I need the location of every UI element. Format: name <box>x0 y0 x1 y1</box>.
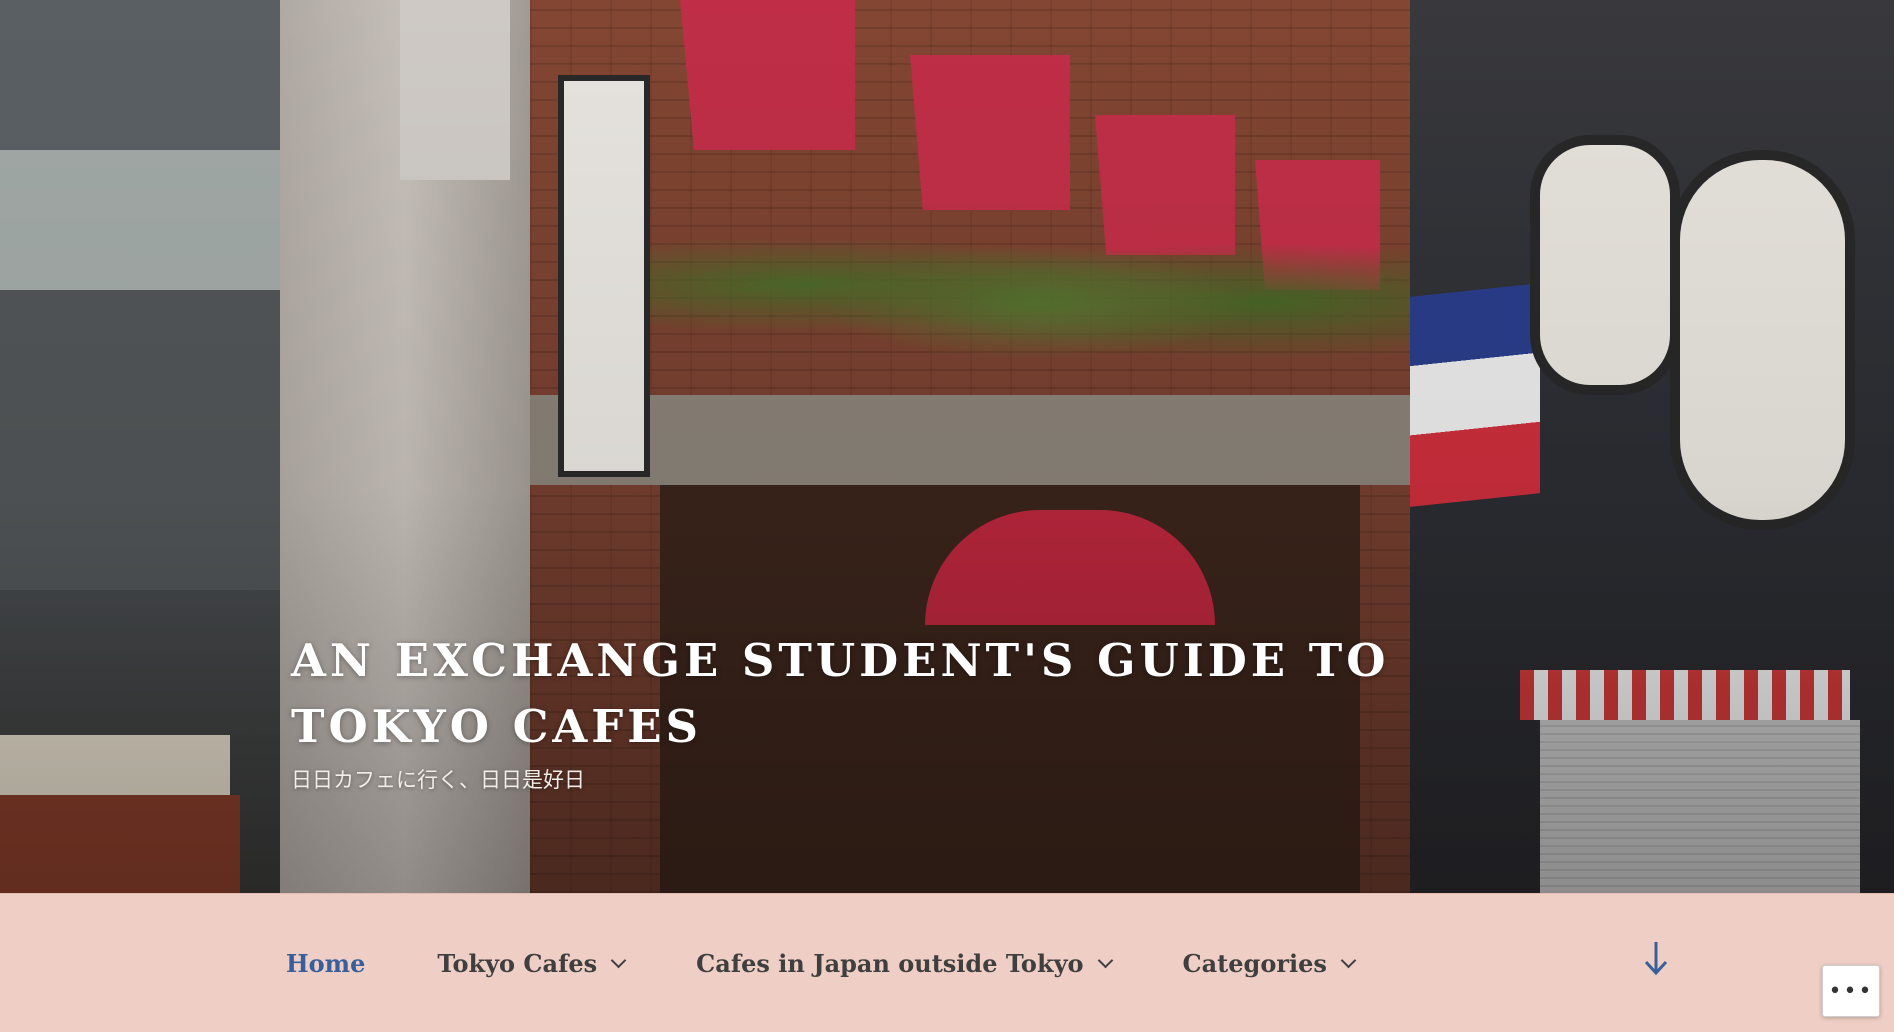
site-branding: AN EXCHANGE STUDENT'S GUIDE TO TOKYO CAF… <box>291 628 1591 794</box>
nav-item-label: Cafes in Japan outside Tokyo <box>696 948 1084 978</box>
chevron-down-icon[interactable] <box>610 952 627 968</box>
nav-item-label: Tokyo Cafes <box>437 948 598 978</box>
nav-menu: Home Tokyo Cafes Cafes in Japan outside … <box>286 894 1426 1032</box>
site-description: 日日カフェに行く、日日是好日 <box>291 768 585 792</box>
header-image: AN EXCHANGE STUDENT'S GUIDE TO TOKYO CAF… <box>0 0 1894 893</box>
main-navigation: Home Tokyo Cafes Cafes in Japan outside … <box>0 893 1894 1032</box>
site-title[interactable]: AN EXCHANGE STUDENT'S GUIDE TO TOKYO CAF… <box>291 628 1591 760</box>
ellipsis-icon: ••• <box>1828 978 1874 1004</box>
nav-item-tokyo-cafes[interactable]: Tokyo Cafes <box>437 948 627 978</box>
arrow-down-icon[interactable] <box>1642 938 1670 978</box>
chevron-down-icon[interactable] <box>1097 952 1113 968</box>
more-options-button[interactable]: ••• <box>1822 965 1880 1017</box>
nav-item-home[interactable]: Home <box>286 949 365 978</box>
nav-item-cafes-outside-tokyo[interactable]: Cafes in Japan outside Tokyo <box>696 948 1113 978</box>
chevron-down-icon[interactable] <box>1340 952 1357 968</box>
nav-item-categories[interactable]: Categories <box>1182 948 1357 978</box>
nav-item-label: Home <box>286 948 366 978</box>
nav-item-label: Categories <box>1182 948 1327 978</box>
